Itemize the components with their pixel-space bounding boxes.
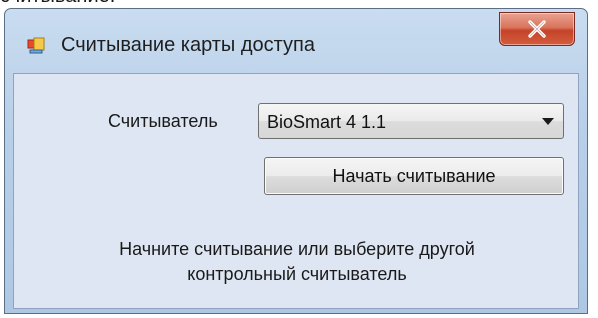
dialog-client-area: Считыватель BioSmart 4 1.1 Начать считыв… xyxy=(13,73,579,309)
app-window-icon xyxy=(27,36,45,54)
dialog-window: Считывание карты доступа Считыватель Bio… xyxy=(4,8,588,314)
hint-message: Начните считывание или выберите другой к… xyxy=(14,237,580,287)
title-bar[interactable]: Считывание карты доступа xyxy=(5,9,587,71)
reader-dropdown[interactable]: BioSmart 4 1.1 xyxy=(258,103,564,139)
cropped-caption-fragment: считывание. xyxy=(0,0,115,7)
close-button[interactable] xyxy=(499,12,575,46)
chevron-down-icon[interactable] xyxy=(542,118,554,125)
hint-line-1: Начните считывание или выберите другой xyxy=(119,239,475,259)
screenshot: считывание. Считывание карты доступа Счи… xyxy=(0,0,598,318)
window-title: Считывание карты доступа xyxy=(61,34,315,56)
reader-label: Считыватель xyxy=(108,111,218,131)
start-reading-button[interactable]: Начать считывание xyxy=(264,157,564,195)
reader-dropdown-value: BioSmart 4 1.1 xyxy=(267,112,387,132)
hint-line-2: контрольный считыватель xyxy=(187,264,407,284)
close-icon xyxy=(528,20,546,38)
